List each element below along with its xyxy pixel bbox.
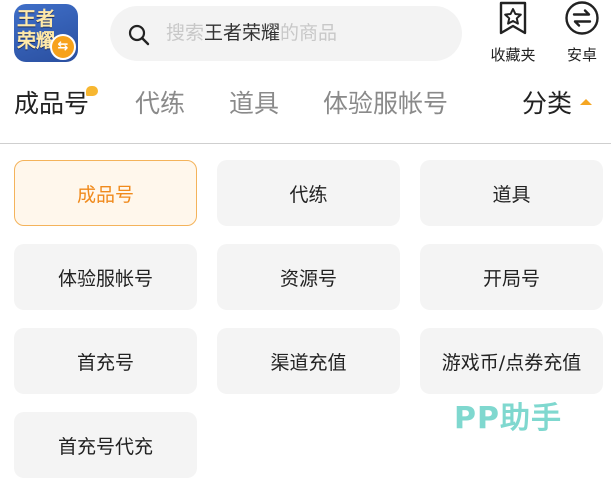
category-label: 分类 bbox=[522, 89, 573, 118]
search-placeholder-suffix: 的商品 bbox=[280, 22, 338, 44]
tab-label: 体验服帐号 bbox=[323, 89, 449, 118]
grid-item-starter-account[interactable]: 开局号 bbox=[420, 244, 603, 310]
grid-item-boosting[interactable]: 代练 bbox=[217, 160, 400, 226]
caret-up-icon bbox=[580, 99, 593, 105]
search-bar[interactable]: 搜索王者荣耀的商品 bbox=[110, 6, 462, 61]
grid-item-test-server-account[interactable]: 体验服帐号 bbox=[14, 244, 197, 310]
category-tabs: 成品号 代练 道具 体验服帐号 分类 bbox=[0, 78, 611, 140]
tab-test-server-account[interactable]: 体验服帐号 bbox=[323, 88, 448, 120]
grid-item-coin-voucher-recharge[interactable]: 游戏币/点券充值 bbox=[420, 328, 603, 394]
favorites-label: 收藏夹 bbox=[490, 46, 536, 64]
android-switch-button[interactable]: 安卓 bbox=[552, 0, 611, 64]
category-dropdown[interactable]: 分类 bbox=[522, 88, 593, 120]
search-placeholder: 搜索王者荣耀的商品 bbox=[166, 21, 337, 45]
app-logo[interactable]: 王者荣耀 ⇆ bbox=[14, 4, 78, 62]
watermark: PP助手 bbox=[454, 401, 562, 436]
search-placeholder-keyword: 王者荣耀 bbox=[204, 22, 281, 44]
grid-item-resource-account[interactable]: 资源号 bbox=[217, 244, 400, 310]
star-bookmark-icon bbox=[499, 1, 527, 35]
tab-label: 道具 bbox=[229, 89, 280, 118]
grid-item-channel-recharge[interactable]: 渠道充值 bbox=[217, 328, 400, 394]
tab-items[interactable]: 道具 bbox=[229, 88, 279, 120]
tab-scroll-fade bbox=[478, 78, 506, 138]
grid-item-items[interactable]: 道具 bbox=[420, 160, 603, 226]
favorites-button[interactable]: 收藏夹 bbox=[483, 0, 543, 64]
tab-label: 代练 bbox=[135, 89, 186, 118]
search-icon bbox=[128, 24, 150, 46]
grid-item-first-recharge-account[interactable]: 首充号 bbox=[14, 328, 197, 394]
grid-item-finished-account[interactable]: 成品号 bbox=[14, 160, 197, 226]
platform-switch-icon bbox=[565, 1, 599, 35]
tab-boosting[interactable]: 代练 bbox=[135, 88, 185, 120]
grid-item-first-recharge-proxy[interactable]: 首充号代充 bbox=[14, 412, 197, 478]
tab-finished-account[interactable]: 成品号 bbox=[14, 86, 99, 120]
switch-badge-icon: ⇆ bbox=[50, 34, 76, 60]
search-placeholder-prefix: 搜索 bbox=[166, 22, 205, 44]
tab-active-indicator bbox=[86, 86, 99, 96]
tab-label: 成品号 bbox=[14, 89, 90, 118]
divider bbox=[0, 143, 611, 144]
android-label: 安卓 bbox=[566, 46, 597, 64]
top-header: 王者荣耀 ⇆ 搜索王者荣耀的商品 收藏夹 安卓 bbox=[0, 0, 611, 76]
